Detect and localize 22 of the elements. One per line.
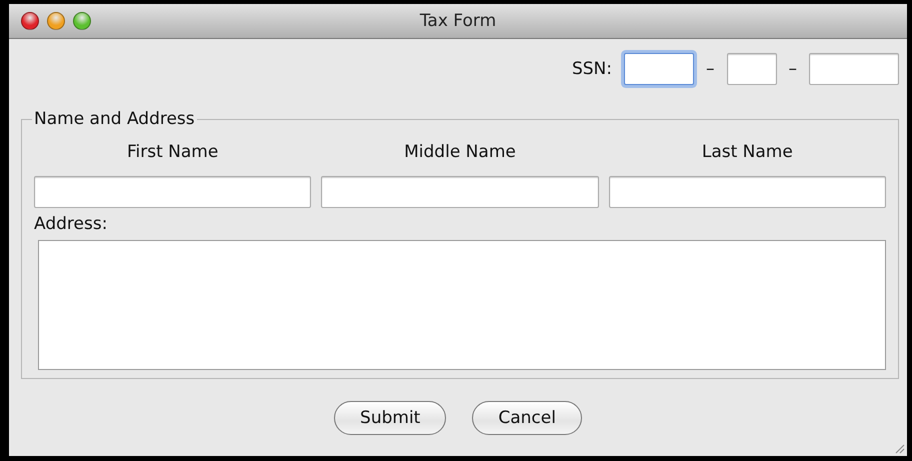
field-label: Middle Name	[403, 141, 517, 164]
address-label: Address:	[34, 213, 108, 234]
group-title: Name and Address	[33, 109, 196, 129]
ssn-field[interactable]	[726, 53, 776, 85]
resize-grip-icon[interactable]	[893, 442, 905, 454]
dash: –	[706, 59, 714, 79]
window-control-icon[interactable]	[73, 12, 91, 30]
input-field[interactable]	[321, 176, 599, 208]
ssn-label: SSN:	[572, 59, 612, 79]
ssn-field[interactable]	[809, 53, 899, 85]
cancel-button[interactable]: Cancel	[472, 401, 582, 435]
window-control-icon[interactable]	[47, 12, 65, 30]
input-field[interactable]	[608, 176, 886, 208]
address-field[interactable]	[38, 240, 886, 370]
window-title: Tax Form	[420, 11, 496, 31]
field-label: First Name	[126, 141, 220, 164]
input-field[interactable]	[34, 176, 312, 208]
ssn-field[interactable]	[624, 53, 694, 85]
window-control-icon[interactable]	[21, 12, 39, 30]
dash: –	[788, 59, 797, 79]
field-label: Last Name	[700, 141, 794, 164]
submit-button[interactable]: Submit	[334, 401, 446, 435]
